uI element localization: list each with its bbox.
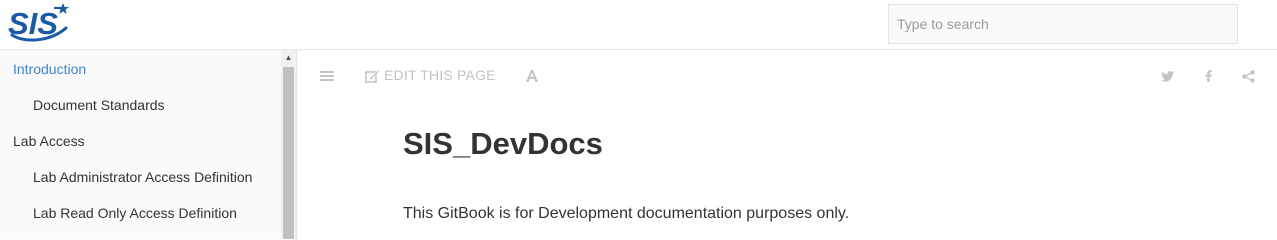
share-button[interactable] [1242,65,1255,85]
font-settings-button[interactable] [525,65,539,85]
sidebar-item-document-standards[interactable]: Document Standards [33,97,165,113]
sidebar-item-introduction[interactable]: Introduction [13,61,86,77]
scroll-up-arrow-icon[interactable]: ▲ [281,50,296,65]
header-bar: SIS [0,0,1277,50]
page-body-text: This GitBook is for Development document… [403,205,850,222]
bars-icon [320,71,334,82]
edit-page-button[interactable]: EDIT THIS PAGE [365,65,496,85]
pencil-square-icon [365,69,380,84]
sidebar-item-lab-access[interactable]: Lab Access [13,133,85,149]
sis-logo[interactable]: SIS [6,2,72,44]
page-title: SIS_DevDocs [403,126,603,161]
share-twitter-button[interactable] [1161,65,1174,85]
toggle-sidebar-button[interactable] [320,65,335,85]
sidebar-item-lab-read-only-access[interactable]: Lab Read Only Access Definition [33,205,237,221]
sidebar: Introduction Document Standards Lab Acce… [0,50,297,239]
search-input[interactable] [888,4,1238,44]
sis-logo-icon: SIS [8,3,69,42]
edit-page-label: EDIT THIS PAGE [384,67,496,83]
font-icon [526,70,538,83]
facebook-icon [1205,70,1212,83]
share-facebook-button[interactable] [1205,65,1212,85]
sidebar-scrollbar[interactable]: ▲ [281,50,296,239]
svg-text:SIS: SIS [8,6,58,41]
sidebar-item-lab-administrator-access[interactable]: Lab Administrator Access Definition [33,169,252,185]
share-icon [1242,70,1255,83]
twitter-icon [1161,70,1174,82]
scrollbar-thumb[interactable] [283,67,294,239]
